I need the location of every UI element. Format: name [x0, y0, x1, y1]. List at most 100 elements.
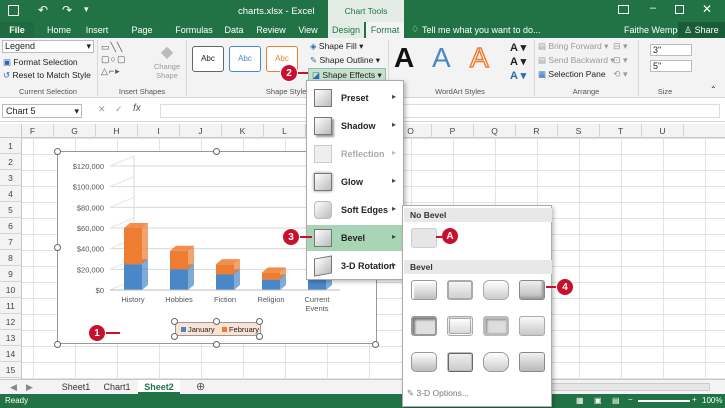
row-header[interactable]: 3: [0, 170, 22, 186]
column-header[interactable]: R: [516, 124, 558, 138]
menu-item-preset[interactable]: Preset ▸: [307, 85, 403, 111]
resize-handle[interactable]: [54, 244, 61, 251]
bring-forward-button[interactable]: ▤ Bring Forward ▾: [538, 41, 608, 52]
zoom-out-icon[interactable]: −: [628, 395, 633, 404]
tab-page-layout[interactable]: Page Layout: [117, 22, 167, 51]
sheet-tab-sheet2[interactable]: Sheet2: [138, 380, 180, 394]
legend-handle[interactable]: [213, 318, 220, 325]
text-fill-icon[interactable]: A ▾: [510, 41, 526, 54]
column-header[interactable]: G: [54, 124, 96, 138]
selection-pane-button[interactable]: ▦ Selection Pane: [538, 69, 606, 80]
no-bevel-option[interactable]: [411, 228, 437, 248]
save-icon[interactable]: [8, 5, 19, 16]
sheet-tab-chart1[interactable]: Chart1: [98, 380, 136, 394]
resize-handle[interactable]: [213, 148, 220, 155]
column-header[interactable]: J: [180, 124, 222, 138]
format-selection-button[interactable]: ▣ Format Selection: [3, 57, 78, 68]
legend-handle[interactable]: [256, 318, 263, 325]
bevel-option[interactable]: [483, 316, 509, 336]
bevel-option[interactable]: [483, 280, 509, 300]
bevel-option[interactable]: [447, 316, 473, 336]
column-header[interactable]: K: [222, 124, 264, 138]
shape-style-2[interactable]: Abc: [229, 46, 261, 72]
legend-handle[interactable]: [171, 318, 178, 325]
3d-options-link[interactable]: ✎ 3-D Options...: [407, 388, 469, 399]
column-header[interactable]: Q: [474, 124, 516, 138]
send-backward-button[interactable]: ▤ Send Backward ▾: [538, 55, 615, 66]
row-header[interactable]: 5: [0, 202, 22, 218]
bevel-option[interactable]: [411, 352, 437, 372]
row-header[interactable]: 7: [0, 234, 22, 250]
group-icon[interactable]: ⊡ ▾: [613, 55, 628, 66]
column-header[interactable]: T: [600, 124, 642, 138]
wordart-black[interactable]: A: [394, 42, 414, 74]
zoom-in-icon[interactable]: +: [692, 395, 697, 404]
column-header[interactable]: I: [138, 124, 180, 138]
column-header[interactable]: F: [12, 124, 54, 138]
wordart-orange[interactable]: A: [469, 41, 489, 74]
tab-insert[interactable]: Insert: [80, 22, 114, 38]
shape-fill-button[interactable]: ◈ Shape Fill ▾: [310, 41, 363, 52]
row-header[interactable]: 2: [0, 154, 22, 170]
formula-input[interactable]: [160, 104, 720, 118]
restore-icon[interactable]: [675, 5, 684, 14]
tab-review[interactable]: Review: [253, 22, 289, 38]
shape-outline-button[interactable]: ✎ Shape Outline ▾: [310, 55, 380, 66]
add-sheet-icon[interactable]: ⊕: [196, 380, 205, 393]
zoom-slider[interactable]: [638, 400, 690, 402]
bevel-option[interactable]: [519, 352, 545, 372]
column-header[interactable]: U: [642, 124, 684, 138]
zoom-level[interactable]: 100%: [702, 396, 722, 405]
tab-formulas[interactable]: Formulas: [173, 22, 215, 38]
tab-view[interactable]: View: [293, 22, 323, 38]
resize-handle[interactable]: [54, 148, 61, 155]
shapes-gallery[interactable]: ▭╲╲ ▢○▢ △⌐▸: [101, 41, 151, 81]
sheet-tab-sheet1[interactable]: Sheet1: [56, 380, 96, 394]
chart-elements-select[interactable]: Legend ▾: [2, 40, 94, 53]
enter-formula-icon[interactable]: ✓: [115, 104, 123, 115]
menu-item-glow[interactable]: Glow ▸: [307, 169, 403, 195]
cancel-formula-icon[interactable]: ✕: [98, 104, 106, 115]
page-layout-view-icon[interactable]: ▣: [594, 396, 602, 405]
ribbon-display-icon[interactable]: [618, 5, 629, 14]
row-header[interactable]: 1: [0, 138, 22, 154]
height-field[interactable]: 3": [650, 44, 692, 56]
row-header[interactable]: 10: [0, 282, 22, 298]
column-header[interactable]: S: [558, 124, 600, 138]
share-button[interactable]: ♙ Share: [678, 22, 725, 38]
rotate-icon[interactable]: ⟲ ▾: [613, 69, 628, 80]
reset-to-match-button[interactable]: ↺ Reset to Match Style: [3, 70, 91, 81]
shape-style-1[interactable]: Abc: [192, 46, 224, 72]
menu-item-reflection[interactable]: Reflection ▸: [307, 141, 403, 167]
menu-item-shadow[interactable]: Shadow ▸: [307, 113, 403, 139]
bevel-option[interactable]: [519, 280, 545, 300]
resize-handle[interactable]: [372, 341, 379, 348]
row-header[interactable]: 12: [0, 314, 22, 330]
bevel-option[interactable]: [411, 316, 437, 336]
bevel-option[interactable]: [519, 316, 545, 336]
page-break-view-icon[interactable]: ▤: [612, 396, 620, 405]
align-icon[interactable]: ⊟ ▾: [613, 41, 628, 52]
tab-file[interactable]: File: [0, 22, 34, 38]
column-header[interactable]: H: [96, 124, 138, 138]
legend-handle[interactable]: [171, 333, 178, 340]
resize-handle[interactable]: [213, 341, 220, 348]
insert-function-icon[interactable]: fx: [133, 103, 141, 114]
tab-data[interactable]: Data: [221, 22, 247, 38]
undo-icon[interactable]: ↶: [38, 3, 48, 17]
row-header[interactable]: 4: [0, 186, 22, 202]
wordart-blue[interactable]: A: [432, 42, 451, 74]
legend-handle[interactable]: [256, 333, 263, 340]
column-header[interactable]: L: [264, 124, 306, 138]
name-box[interactable]: Chart 5 ▾: [2, 104, 82, 118]
menu-item-3d-rotation[interactable]: 3-D Rotation ▸: [307, 253, 403, 279]
redo-icon[interactable]: ↷: [62, 3, 72, 17]
bevel-option[interactable]: [483, 352, 509, 372]
bevel-option[interactable]: [447, 352, 473, 372]
menu-item-soft-edges[interactable]: Soft Edges ▸: [307, 197, 403, 223]
normal-view-icon[interactable]: ▦: [576, 396, 584, 405]
close-icon[interactable]: ✕: [702, 2, 712, 16]
row-header[interactable]: 11: [0, 298, 22, 314]
row-header[interactable]: 9: [0, 266, 22, 282]
tab-format[interactable]: Format: [366, 22, 404, 38]
